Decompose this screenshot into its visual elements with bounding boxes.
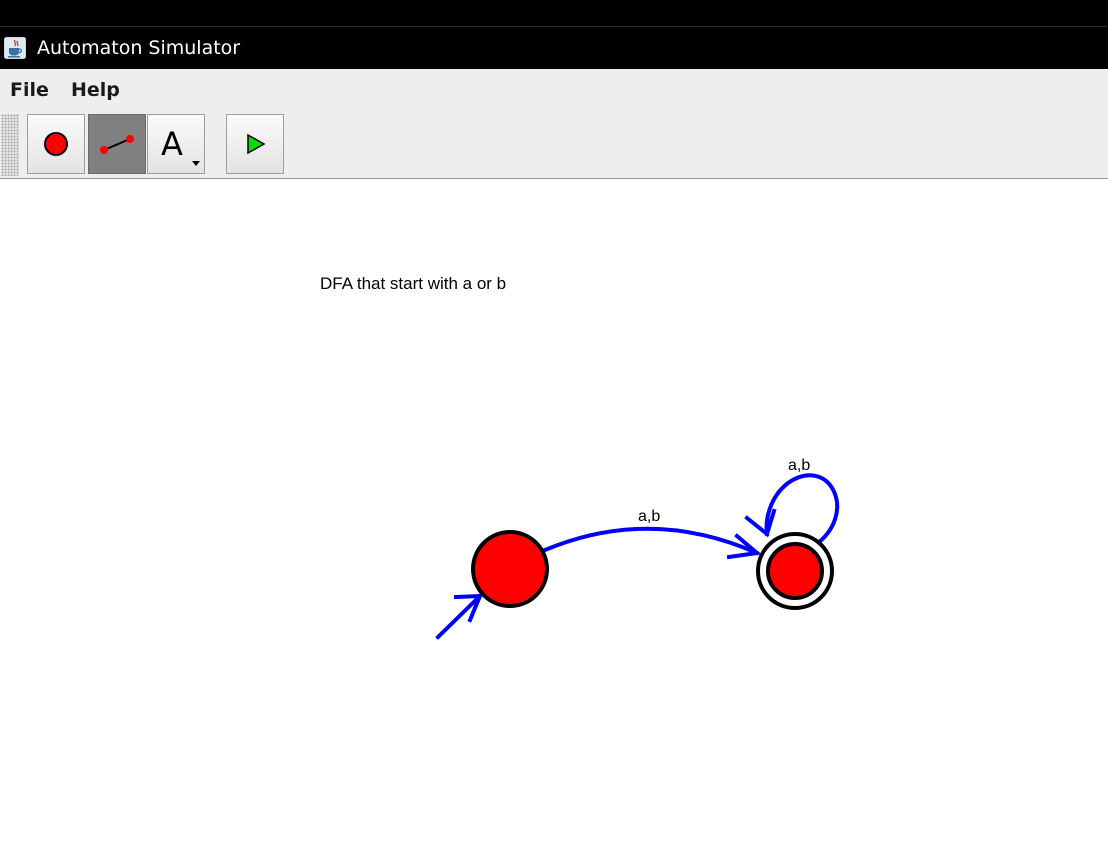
state-q0[interactable]: [471, 530, 549, 608]
screen-top-strip: [0, 0, 1108, 27]
run-simulation-button[interactable]: [226, 114, 284, 174]
add-state-tool-button[interactable]: [27, 114, 85, 174]
state-q1[interactable]: [756, 532, 834, 610]
menu-bar: File Help: [0, 69, 1108, 111]
text-tool-button[interactable]: A: [147, 114, 205, 174]
menu-file[interactable]: File: [10, 78, 49, 102]
window-titlebar[interactable]: Automaton Simulator: [0, 27, 1108, 69]
transition-tool-icon: [100, 135, 134, 154]
diagram-caption: DFA that start with a or b: [320, 274, 507, 293]
window-title: Automaton Simulator: [37, 37, 241, 59]
text-tool-icon: A: [161, 125, 183, 163]
toolbar-grip-handle[interactable]: [1, 114, 19, 176]
diagram-svg: [435, 473, 840, 640]
java-app-icon: [4, 37, 26, 59]
menu-help[interactable]: Help: [71, 78, 120, 102]
initial-arrow: [435, 593, 484, 640]
automaton-canvas[interactable]: DFA that start with a or b a,b a,b: [0, 179, 1108, 868]
toolbar: A: [0, 111, 1108, 179]
run-icon: [247, 133, 266, 155]
state-tool-icon: [44, 132, 68, 156]
transition-label-q1-loop: a,b: [788, 457, 811, 474]
dropdown-arrow-icon: [192, 161, 200, 166]
transition-label-q0-q1: a,b: [638, 508, 661, 525]
add-transition-tool-button[interactable]: [88, 114, 146, 174]
transition-q0-q1[interactable]: [542, 526, 762, 560]
